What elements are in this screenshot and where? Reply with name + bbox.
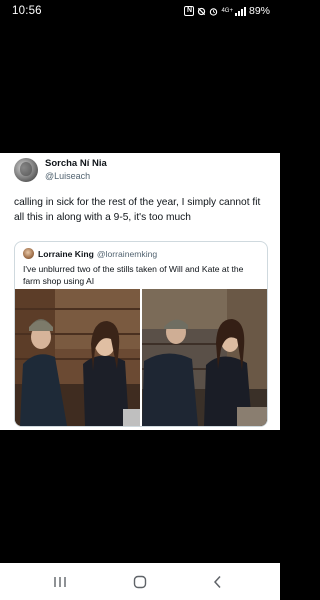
author-name[interactable]: Sorcha Ní Nia: [45, 158, 107, 170]
status-icons: N 4G+ 89%: [184, 5, 270, 17]
tweet-card[interactable]: Sorcha Ní Nia @Luiseach calling in sick …: [0, 153, 280, 430]
home-button[interactable]: [120, 571, 160, 593]
battery-percent: 89%: [248, 5, 270, 17]
photo-1[interactable]: [15, 289, 140, 426]
tweet-text: calling in sick for the rest of the year…: [14, 197, 261, 223]
navigation-bar: [0, 563, 280, 600]
quote-author-name: Lorraine King: [38, 248, 94, 259]
home-icon: [133, 575, 147, 589]
alarm-icon: [210, 7, 218, 16]
network-type: 4G+: [221, 8, 233, 14]
quote-author[interactable]: Lorraine King @lorrainemking: [23, 248, 157, 259]
signal-icon: [234, 6, 246, 16]
author-handle[interactable]: @Luiseach: [45, 170, 107, 182]
quote-avatar[interactable]: [23, 248, 34, 259]
quoted-tweet[interactable]: Lorraine King @lorrainemking I've unblur…: [14, 241, 268, 427]
phone-screen: 10:56 N 4G+ 89% Sorcha Ní Nia @Luiseach …: [0, 0, 280, 600]
mute-icon: [198, 7, 206, 15]
photo-2[interactable]: [142, 289, 267, 426]
avatar[interactable]: [14, 158, 38, 182]
recent-apps-icon: [54, 577, 66, 587]
quote-text: I've unblurred two of the stills taken o…: [23, 264, 244, 286]
nfc-icon: N: [184, 6, 195, 16]
tweet-author[interactable]: Sorcha Ní Nia @Luiseach: [14, 158, 107, 182]
quote-author-handle: @lorrainemking: [96, 248, 158, 259]
quote-photos: [15, 289, 267, 426]
recent-apps-button[interactable]: [40, 571, 80, 593]
back-icon: [213, 575, 221, 589]
status-bar: 10:56 N 4G+ 89%: [0, 0, 280, 24]
back-button[interactable]: [198, 571, 238, 593]
status-time: 10:56: [12, 5, 42, 17]
